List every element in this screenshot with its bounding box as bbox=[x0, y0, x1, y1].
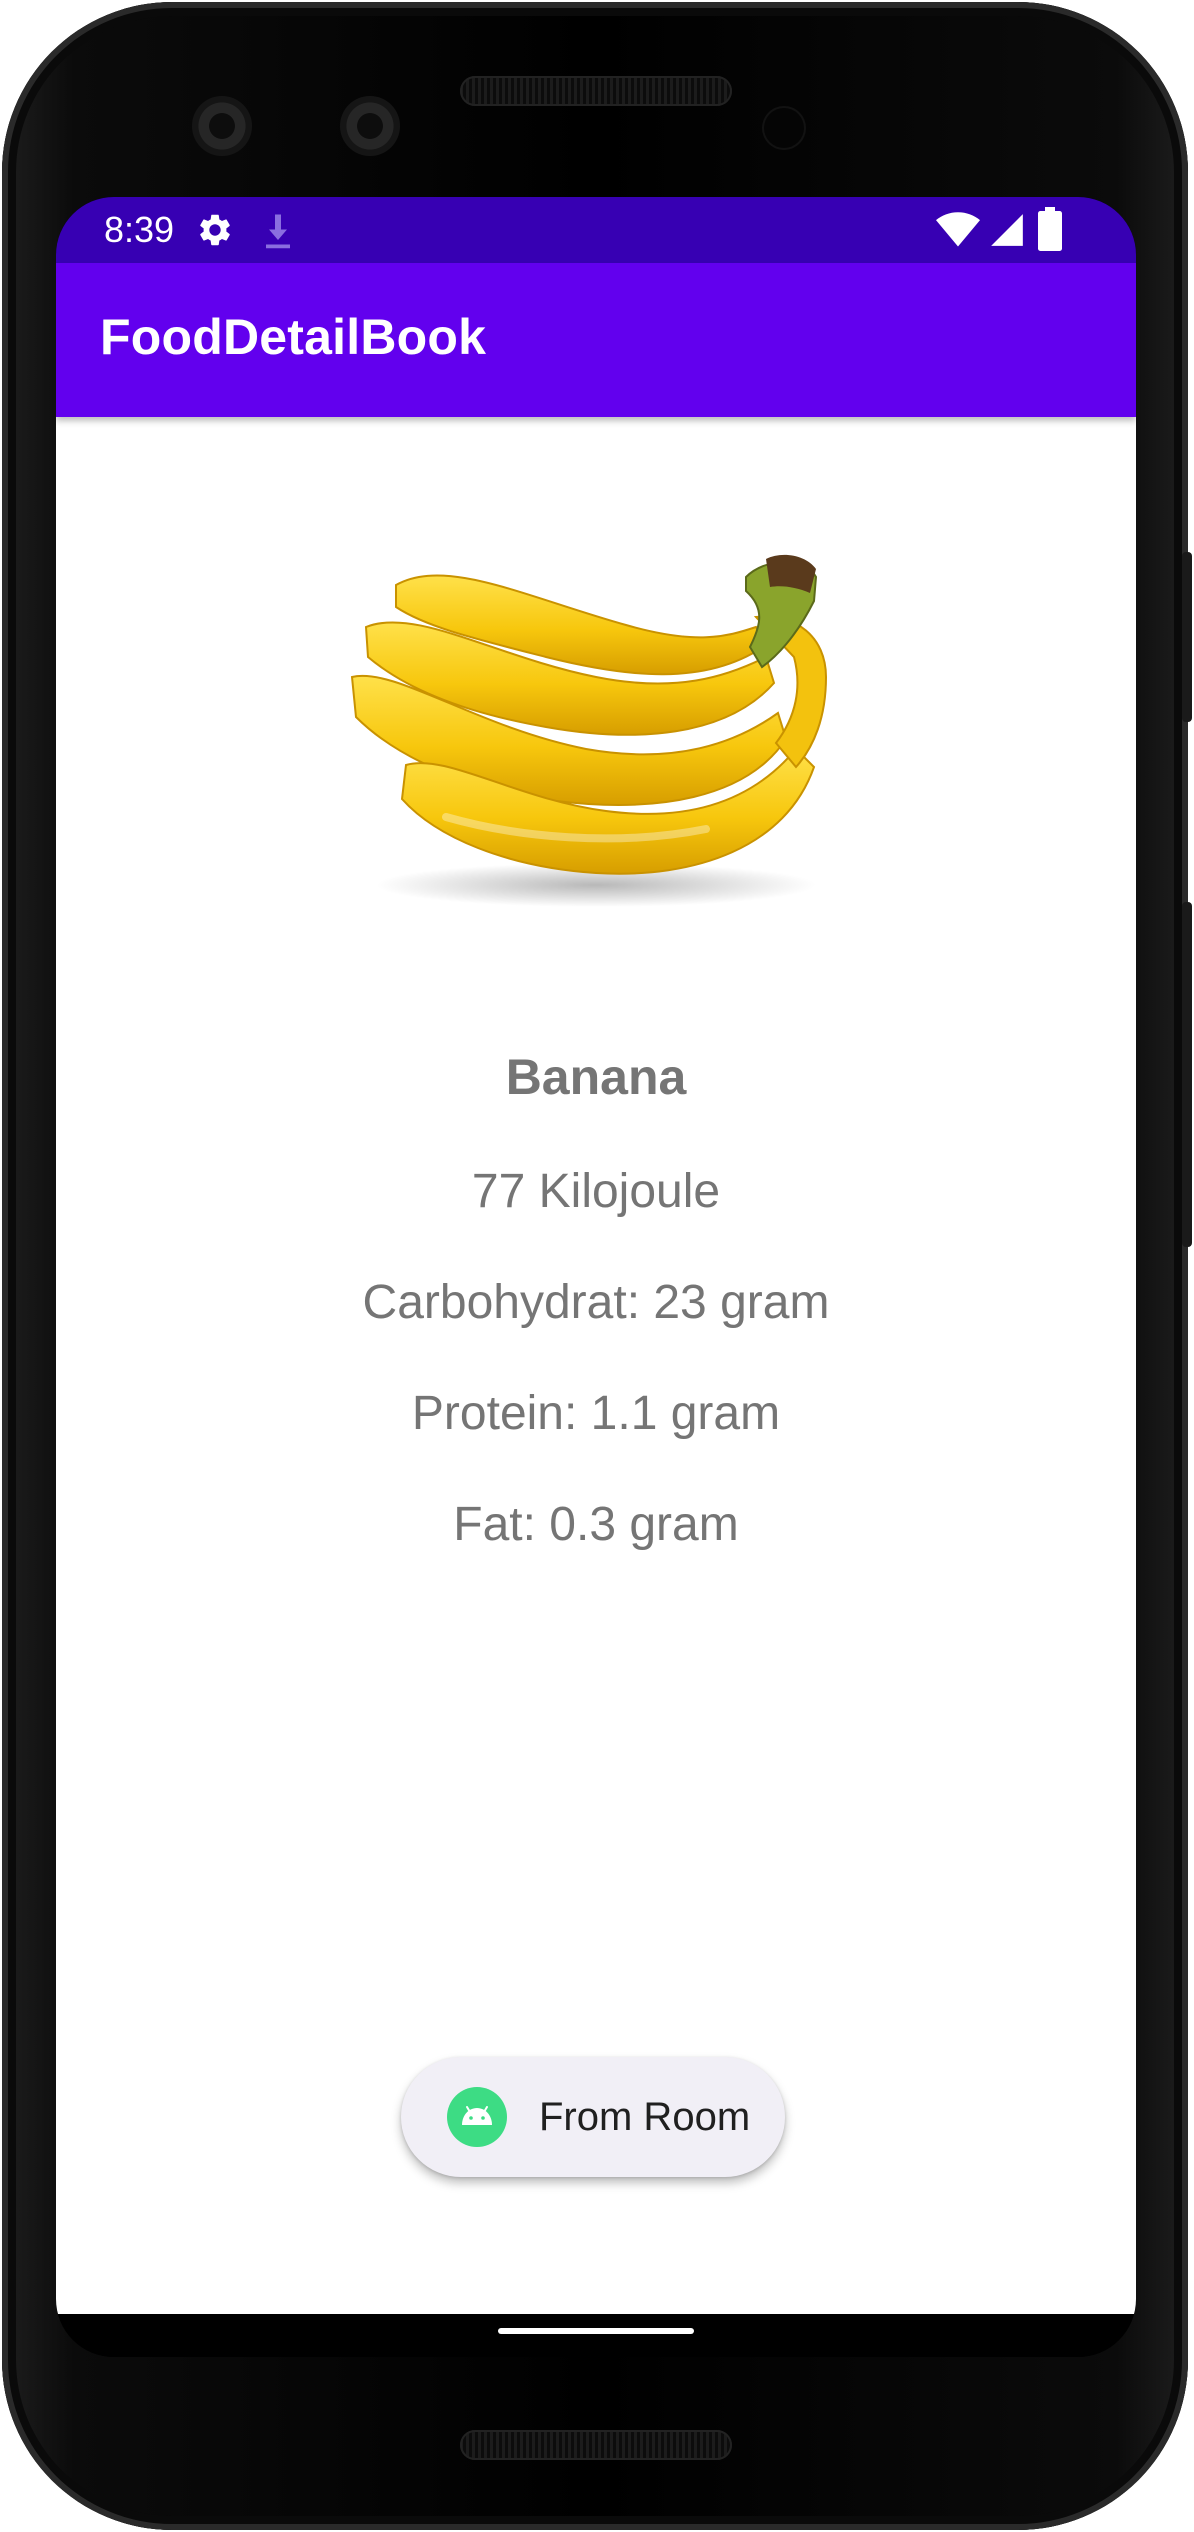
app-bar: FoodDetailBook bbox=[56, 263, 1136, 417]
front-camera-icon bbox=[192, 96, 252, 156]
cellular-signal-icon bbox=[991, 214, 1023, 246]
screen: 8:39 FoodDetailBook Banana 77 Kilojoule … bbox=[56, 197, 1136, 2357]
power-button bbox=[1182, 552, 1192, 722]
banana-image bbox=[350, 554, 828, 907]
food-energy: 77 Kilojoule bbox=[471, 1165, 721, 1218]
front-camera-icon bbox=[340, 96, 400, 156]
food-protein: Protein: 1.1 gram bbox=[411, 1387, 781, 1440]
food-fat: Fat: 0.3 gram bbox=[453, 1498, 739, 1551]
bottom-speaker bbox=[460, 2430, 732, 2460]
home-handle[interactable] bbox=[498, 2328, 694, 2334]
android-icon bbox=[447, 2087, 507, 2147]
wifi-icon bbox=[936, 212, 980, 247]
gear-icon bbox=[200, 214, 230, 246]
volume-button bbox=[1182, 902, 1192, 1247]
app-title: FoodDetailBook bbox=[100, 309, 487, 365]
device-frame: 8:39 FoodDetailBook Banana 77 Kilojoule … bbox=[0, 0, 1194, 2532]
proximity-sensor bbox=[764, 108, 804, 148]
navigation-bar bbox=[56, 2314, 1136, 2357]
from-room-button[interactable]: From Room bbox=[401, 2057, 785, 2177]
download-icon bbox=[266, 214, 290, 249]
status-time: 8:39 bbox=[104, 209, 175, 250]
earpiece-speaker bbox=[460, 76, 732, 106]
battery-icon bbox=[1038, 207, 1062, 251]
from-room-label: From Room bbox=[539, 2095, 751, 2139]
food-carbohydrate: Carbohydrat: 23 gram bbox=[362, 1276, 830, 1329]
phone-body: 8:39 FoodDetailBook Banana 77 Kilojoule … bbox=[2, 2, 1192, 2530]
status-bar: 8:39 bbox=[56, 197, 1136, 263]
food-name: Banana bbox=[505, 1049, 687, 1105]
food-detail-content: Banana 77 Kilojoule Carbohydrat: 23 gram… bbox=[56, 417, 1136, 2314]
